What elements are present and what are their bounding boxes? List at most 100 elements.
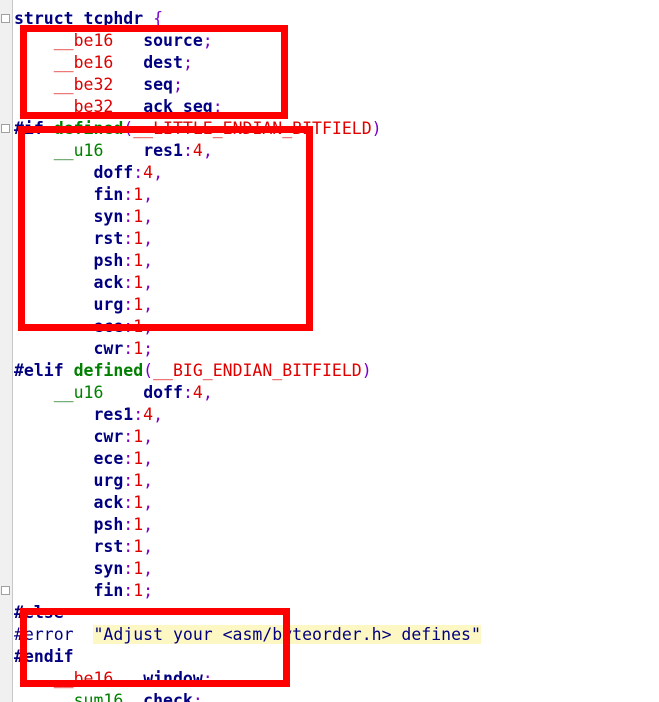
code-token: 1 — [133, 339, 144, 358]
code-line[interactable]: #error "Adjust your <asm/byteorder.h> de… — [14, 624, 481, 646]
code-token: syn — [93, 559, 124, 578]
code-text-area[interactable]: struct tcphdr { __be16 source; __be16 de… — [14, 0, 659, 702]
code-token: psh — [93, 251, 124, 270]
code-line[interactable]: #endif — [14, 646, 74, 668]
code-token: : — [182, 383, 193, 402]
code-token: #endif — [14, 647, 74, 666]
code-token: __ — [53, 31, 74, 50]
code-token: 1 — [133, 207, 144, 226]
code-token: #else — [14, 603, 64, 622]
code-token: res1 — [143, 141, 183, 160]
code-line[interactable]: struct tcphdr { — [14, 8, 163, 30]
code-token: : — [123, 295, 134, 314]
code-line[interactable]: rst:1, — [14, 228, 153, 250]
code-line[interactable]: ece:1, — [14, 448, 153, 470]
code-token: u16 — [73, 383, 104, 402]
code-token: defined — [53, 119, 124, 138]
code-line[interactable]: urg:1, — [14, 294, 153, 316]
code-token: 4 — [143, 163, 154, 182]
code-line[interactable]: #if defined(__LITTLE_ENDIAN_BITFIELD) — [14, 118, 382, 140]
code-line[interactable]: __be16 window; — [14, 668, 213, 690]
code-token: : — [123, 559, 134, 578]
code-token: { — [153, 9, 164, 28]
code-token: 4 — [192, 383, 203, 402]
code-line[interactable]: __be16 dest; — [14, 52, 193, 74]
code-token: #elif — [14, 361, 64, 380]
code-line[interactable]: #elif defined(__BIG_ENDIAN_BITFIELD) — [14, 360, 372, 382]
code-token: , — [143, 537, 154, 556]
code-token: #error — [14, 625, 74, 644]
code-token: : — [123, 229, 134, 248]
code-token: rst — [93, 537, 124, 556]
editor-gutter[interactable] — [0, 0, 13, 702]
code-line[interactable]: psh:1, — [14, 250, 153, 272]
code-line[interactable]: syn:1, — [14, 558, 153, 580]
code-token: check — [143, 691, 193, 702]
code-token: 4 — [143, 405, 154, 424]
code-line[interactable]: ack:1, — [14, 272, 153, 294]
code-token: ack — [93, 273, 124, 292]
code-token: : — [133, 163, 144, 182]
code-token: : — [123, 537, 134, 556]
code-token: ack_seq — [143, 97, 213, 116]
fold-toggle-icon[interactable] — [1, 14, 10, 23]
code-token: : — [123, 449, 134, 468]
code-token: urg — [93, 295, 124, 314]
code-line[interactable]: ece:1, — [14, 316, 153, 338]
code-token: __ — [53, 383, 74, 402]
code-token: , — [143, 471, 154, 490]
code-line[interactable]: __u16 doff:4, — [14, 382, 213, 404]
code-token: 1 — [133, 493, 144, 512]
code-line[interactable]: urg:1, — [14, 470, 153, 492]
code-token: res1 — [93, 405, 134, 424]
code-line[interactable]: rst:1, — [14, 536, 153, 558]
code-line[interactable]: cwr:1, — [14, 426, 153, 448]
code-line[interactable]: res1:4, — [14, 404, 163, 426]
code-token: __LITTLE_ENDIAN_BITFIELD — [133, 119, 372, 138]
code-token: 1 — [133, 229, 144, 248]
code-line[interactable]: __be16 source; — [14, 30, 213, 52]
code-line[interactable]: syn:1, — [14, 206, 153, 228]
code-token: 1 — [133, 581, 144, 600]
fold-toggle-icon[interactable] — [1, 124, 10, 133]
code-token: be16 — [73, 669, 114, 688]
code-token: : — [123, 251, 134, 270]
code-token: ack — [93, 493, 124, 512]
code-token: __ — [53, 669, 74, 688]
code-line[interactable]: doff:4, — [14, 162, 163, 184]
code-line[interactable]: #else — [14, 602, 64, 624]
code-line[interactable]: psh:1, — [14, 514, 153, 536]
code-line[interactable]: __be32 ack_seq; — [14, 96, 223, 118]
code-token: : — [123, 581, 134, 600]
code-token: cwr — [93, 427, 124, 446]
code-token: , — [143, 317, 154, 336]
code-line[interactable]: cwr:1; — [14, 338, 153, 360]
code-line[interactable]: fin:1; — [14, 580, 153, 602]
code-token: ( — [143, 361, 154, 380]
code-line[interactable]: fin:1, — [14, 184, 153, 206]
code-token: __ — [53, 141, 74, 160]
code-token: , — [202, 141, 213, 160]
code-token: tcphdr — [83, 9, 144, 28]
code-line[interactable]: __be32 seq; — [14, 74, 183, 96]
fold-toggle-icon[interactable] — [1, 586, 10, 595]
code-line[interactable]: ack:1, — [14, 492, 153, 514]
code-line[interactable]: __u16 res1:4, — [14, 140, 213, 162]
code-token: 1 — [133, 317, 144, 336]
code-token: ; — [182, 53, 193, 72]
code-token: : — [123, 273, 134, 292]
code-line[interactable]: __sum16 check; — [14, 690, 203, 702]
